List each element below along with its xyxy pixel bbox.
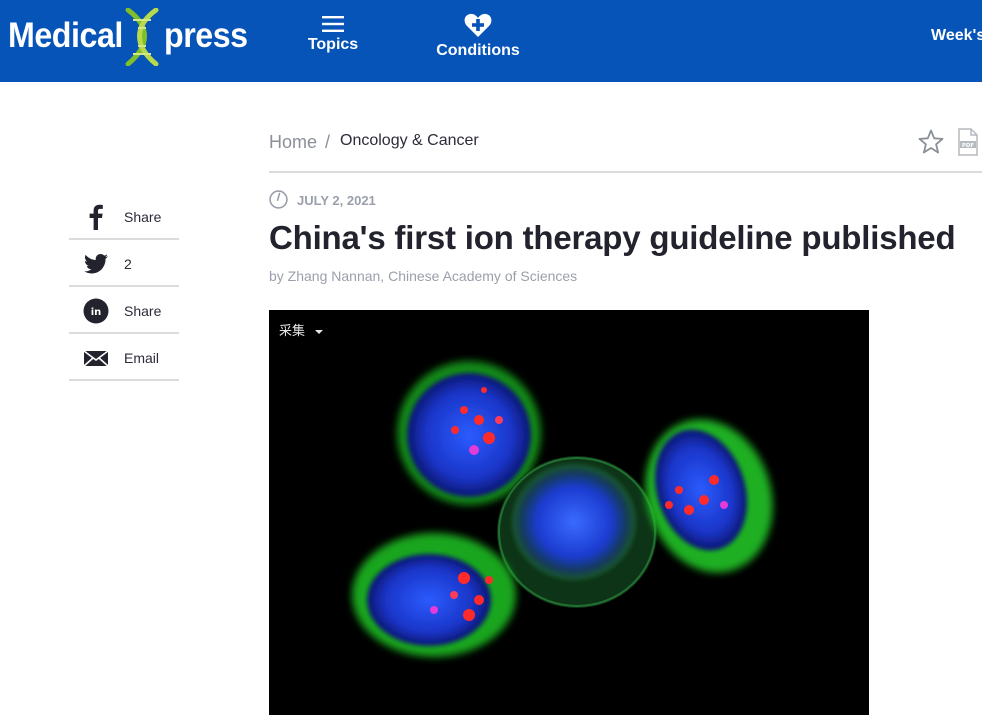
twitter-icon <box>84 254 108 274</box>
bookmark-star-icon[interactable] <box>917 128 945 156</box>
heart-plus-icon <box>464 13 492 37</box>
clock-icon <box>269 190 288 209</box>
logo-text-left: Medical <box>8 16 123 55</box>
svg-text:in: in <box>91 307 102 318</box>
dna-logo-icon <box>125 8 159 66</box>
share-facebook-label: Share <box>124 209 162 225</box>
breadcrumb: Home / Oncology & Cancer PDF <box>269 128 982 173</box>
nav-topics[interactable]: Topics <box>300 10 366 54</box>
share-linkedin-button[interactable]: in Share <box>69 287 179 334</box>
share-email-label: Email <box>124 350 160 366</box>
logo-text-right: press <box>164 16 248 55</box>
menu-icon <box>322 16 344 32</box>
nav-weeks[interactable]: Week's <box>931 27 982 45</box>
share-email-button[interactable]: Email <box>69 334 179 381</box>
share-twitter-button[interactable]: 2 <box>69 240 179 287</box>
article-byline: by Zhang Nannan, Chinese Academy of Scie… <box>269 268 578 284</box>
article-image: 采集 <box>269 310 869 715</box>
site-header: Medical press Topics Conditions Week's <box>0 0 982 82</box>
email-icon <box>83 350 109 367</box>
image-collect-dropdown[interactable]: 采集 <box>279 320 324 339</box>
cell-micrograph-image <box>352 361 773 657</box>
share-facebook-button[interactable]: Share <box>69 193 179 240</box>
image-collect-label: 采集 <box>279 324 306 339</box>
nav-conditions-label: Conditions <box>436 42 520 59</box>
article-title: China's first ion therapy guideline publ… <box>269 219 956 256</box>
share-twitter-count: 2 <box>124 256 132 272</box>
nav-conditions[interactable]: Conditions <box>430 10 526 60</box>
article-date: JULY 2, 2021 <box>297 193 376 208</box>
breadcrumb-separator: / <box>325 132 331 152</box>
share-sidebar: Share 2 in Share Email <box>69 193 179 381</box>
facebook-icon <box>89 204 103 230</box>
linkedin-icon: in <box>83 298 109 324</box>
breadcrumb-category-link[interactable]: Oncology & Cancer <box>340 132 479 150</box>
share-linkedin-label: Share <box>124 303 162 319</box>
svg-text:PDF: PDF <box>962 143 975 149</box>
nav-topics-label: Topics <box>307 36 359 53</box>
caret-down-icon <box>315 329 324 334</box>
pdf-download-icon[interactable]: PDF <box>957 128 979 156</box>
site-logo[interactable]: Medical press <box>8 8 248 66</box>
breadcrumb-home-link[interactable]: Home <box>269 132 317 153</box>
